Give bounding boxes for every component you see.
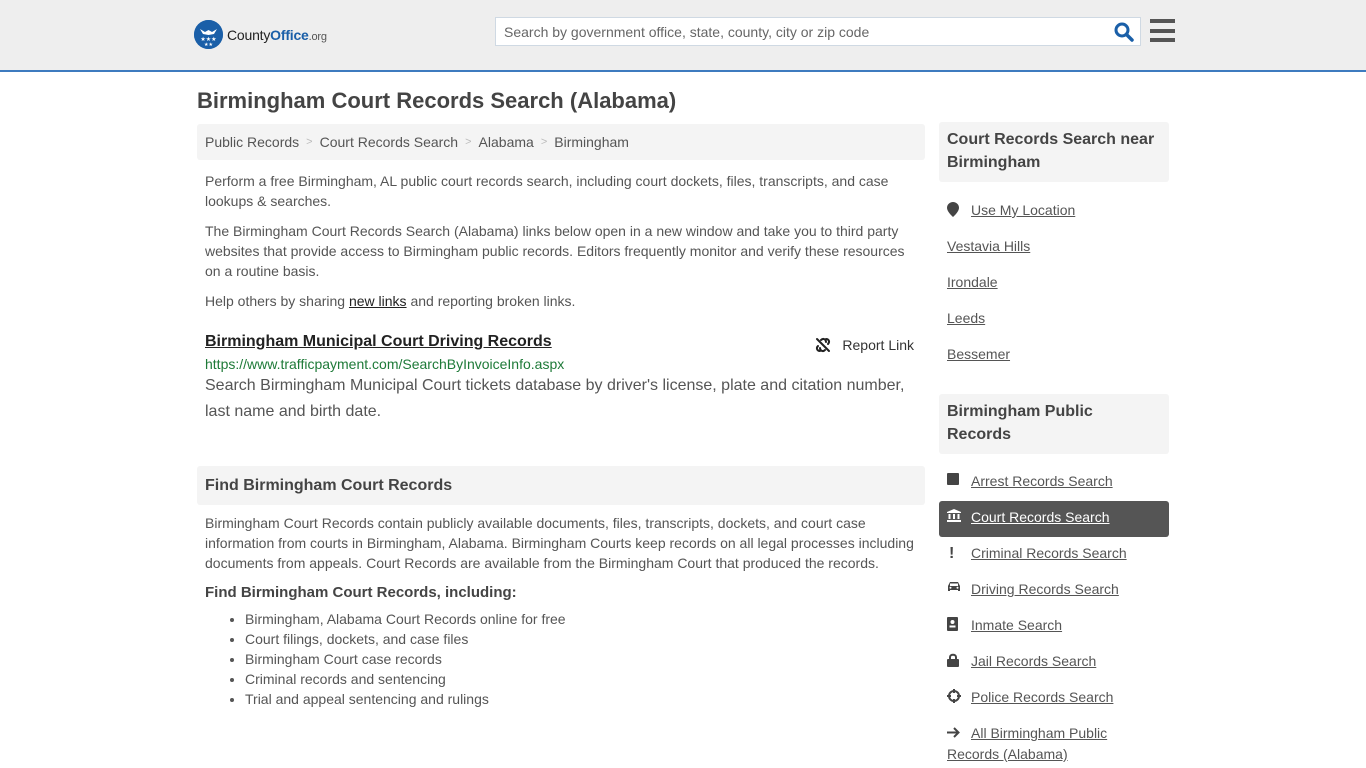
square-icon: [947, 473, 971, 488]
intro-paragraph: Perform a free Birmingham, AL public cou…: [205, 173, 889, 209]
nearby-city-item[interactable]: Vestavia Hills: [939, 230, 1169, 266]
search-icon[interactable]: [1114, 22, 1134, 42]
breadcrumb-separator: >: [306, 136, 313, 148]
search-input[interactable]: [496, 18, 1096, 45]
sidebar-item-all-public-records[interactable]: All Birmingham Public Records (Alabama): [939, 717, 1169, 764]
resource-listing: Birmingham Municipal Court Driving Recor…: [197, 333, 925, 425]
list-item: Birmingham, Alabama Court Records online…: [245, 609, 917, 629]
lock-icon: [947, 653, 971, 670]
public-records-heading: Birmingham Public Records: [939, 394, 1169, 454]
find-records-section: Birmingham Court Records contain publicl…: [197, 513, 925, 709]
sidebar-item-court-records[interactable]: Court Records Search: [939, 501, 1169, 537]
nearby-city-item[interactable]: Bessemer: [939, 338, 1169, 374]
svg-text:★★: ★★: [204, 42, 213, 48]
logo-text: CountyOffice.org: [227, 26, 327, 43]
breadcrumb-separator: >: [465, 136, 472, 148]
breadcrumb-public-records[interactable]: Public Records: [205, 134, 299, 150]
resource-title-link[interactable]: Birmingham Municipal Court Driving Recor…: [205, 333, 552, 351]
list-item: Trial and appeal sentencing and rulings: [245, 689, 917, 709]
map-marker-icon: [947, 202, 971, 220]
share-links-paragraph: Help others by sharing new links and rep…: [205, 293, 576, 309]
find-records-body: Birmingham Court Records contain publicl…: [205, 515, 914, 571]
sidebar-item-inmate-search[interactable]: Inmate Search: [939, 609, 1169, 645]
sidebar-item-driving-records[interactable]: Driving Records Search: [939, 573, 1169, 609]
nearby-city-link[interactable]: Leeds: [947, 310, 985, 326]
nearby-city-link[interactable]: Irondale: [947, 274, 998, 290]
id-badge-icon: [947, 617, 971, 634]
crosshair-icon: [947, 689, 971, 706]
resource-url: https://www.trafficpayment.com/SearchByI…: [205, 356, 565, 372]
public-records-list: Arrest Records Search Court Records Sear…: [939, 465, 1169, 764]
hamburger-menu-icon[interactable]: [1150, 19, 1175, 42]
search-box: [495, 17, 1141, 46]
site-logo[interactable]: ★★★ ★★ CountyOffice.org: [194, 20, 327, 49]
sidebar: Court Records Search near Birmingham Use…: [939, 122, 1169, 764]
new-links-link[interactable]: new links: [349, 293, 407, 309]
courthouse-icon: [947, 509, 971, 525]
nearby-city-link[interactable]: Bessemer: [947, 346, 1010, 362]
nearby-city-item[interactable]: Leeds: [939, 302, 1169, 338]
list-item: Court filings, dockets, and case files: [245, 629, 917, 649]
find-records-subheading: Find Birmingham Court Records, including…: [205, 584, 517, 601]
report-link-button[interactable]: Report Link: [814, 336, 914, 354]
broken-link-icon: [816, 337, 831, 353]
breadcrumb: Public Records > Court Records Search > …: [197, 124, 925, 160]
intro-section: Perform a free Birmingham, AL public cou…: [197, 171, 925, 311]
sidebar-item-arrest-records[interactable]: Arrest Records Search: [939, 465, 1169, 501]
nearby-heading: Court Records Search near Birmingham: [939, 122, 1169, 182]
eagle-logo-icon: ★★★ ★★: [194, 20, 223, 49]
sidebar-item-criminal-records[interactable]: ! Criminal Records Search: [939, 537, 1169, 573]
breadcrumb-birmingham[interactable]: Birmingham: [554, 134, 629, 150]
use-my-location-link[interactable]: Use My Location: [971, 202, 1075, 218]
find-records-list: Birmingham, Alabama Court Records online…: [205, 609, 917, 709]
use-my-location-item[interactable]: Use My Location: [939, 194, 1169, 230]
disclaimer-paragraph: The Birmingham Court Records Search (Ala…: [205, 223, 905, 279]
nearby-city-link[interactable]: Vestavia Hills: [947, 238, 1030, 254]
nearby-city-item[interactable]: Irondale: [939, 266, 1169, 302]
car-icon: [947, 581, 971, 596]
breadcrumb-separator: >: [540, 136, 548, 148]
sidebar-item-police-records[interactable]: Police Records Search: [939, 681, 1169, 717]
sidebar-item-jail-records[interactable]: Jail Records Search: [939, 645, 1169, 681]
find-records-heading: Find Birmingham Court Records: [197, 466, 925, 505]
nearby-list: Use My Location Vestavia Hills Irondale …: [939, 194, 1169, 374]
list-item: Criminal records and sentencing: [245, 669, 917, 689]
breadcrumb-alabama[interactable]: Alabama: [479, 134, 534, 150]
site-header: ★★★ ★★ CountyOffice.org: [0, 0, 1366, 72]
resource-description: Search Birmingham Municipal Court ticket…: [205, 377, 905, 420]
exclamation-icon: !: [949, 545, 955, 562]
main-content: Public Records > Court Records Search > …: [197, 124, 925, 709]
arrow-right-icon: [947, 724, 971, 744]
list-item: Birmingham Court case records: [245, 649, 917, 669]
page-title: Birmingham Court Records Search (Alabama…: [197, 88, 677, 113]
breadcrumb-court-records-search[interactable]: Court Records Search: [320, 134, 459, 150]
